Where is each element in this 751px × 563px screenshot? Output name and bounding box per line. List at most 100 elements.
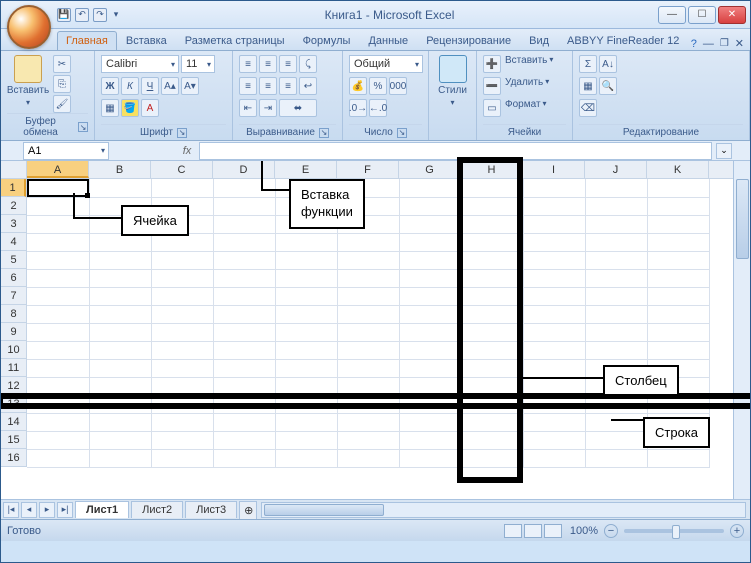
increase-decimal-icon[interactable]: .0→ [349, 99, 367, 117]
sheet-tab-3[interactable]: Лист3 [185, 501, 237, 518]
cell[interactable] [399, 251, 461, 269]
vscroll-thumb[interactable] [736, 179, 749, 259]
cell[interactable] [585, 179, 647, 197]
cell[interactable] [461, 287, 523, 305]
cell[interactable] [585, 323, 647, 341]
row-header-10[interactable]: 10 [1, 341, 26, 359]
cell[interactable] [151, 251, 213, 269]
cell[interactable] [89, 305, 151, 323]
align-middle-icon[interactable]: ≡ [259, 55, 277, 73]
sheet-nav-last-icon[interactable]: ▸| [57, 502, 73, 518]
tab-review[interactable]: Рецензирование [417, 31, 520, 50]
cell[interactable] [461, 179, 523, 197]
currency-icon[interactable]: 💰 [349, 77, 367, 95]
cell[interactable] [275, 341, 337, 359]
row-header-7[interactable]: 7 [1, 287, 26, 305]
cell[interactable] [585, 197, 647, 215]
cell[interactable] [461, 215, 523, 233]
cell[interactable] [585, 449, 647, 467]
cell[interactable] [151, 395, 213, 413]
row-header-12[interactable]: 12 [1, 377, 26, 395]
tab-view[interactable]: Вид [520, 31, 558, 50]
cell[interactable] [523, 305, 585, 323]
cell[interactable] [461, 233, 523, 251]
sort-filter-icon[interactable]: A↓ [599, 55, 617, 73]
column-header-B[interactable]: B [89, 161, 151, 178]
cell[interactable] [461, 305, 523, 323]
zoom-slider[interactable] [624, 529, 724, 533]
maximize-button[interactable]: ☐ [688, 6, 716, 24]
cell[interactable] [27, 251, 89, 269]
view-page-break-icon[interactable] [544, 524, 562, 538]
cell[interactable] [647, 251, 709, 269]
row-header-16[interactable]: 16 [1, 449, 26, 467]
cell[interactable] [461, 251, 523, 269]
cell[interactable] [461, 323, 523, 341]
cell[interactable] [89, 377, 151, 395]
qat-undo-icon[interactable]: ↶ [75, 8, 89, 22]
cell[interactable] [523, 395, 585, 413]
column-header-H[interactable]: H [461, 161, 523, 178]
cell[interactable] [213, 215, 275, 233]
cell[interactable] [585, 269, 647, 287]
cell[interactable] [275, 287, 337, 305]
cell[interactable] [585, 233, 647, 251]
cell[interactable] [151, 179, 213, 197]
cell[interactable] [27, 449, 89, 467]
comma-icon[interactable]: 000 [389, 77, 407, 95]
cell[interactable] [89, 359, 151, 377]
cell[interactable] [27, 287, 89, 305]
cell[interactable] [523, 323, 585, 341]
column-headers[interactable]: ABCDEFGHIJK [27, 161, 750, 179]
wrap-text-icon[interactable]: ↩ [299, 77, 317, 95]
cell[interactable] [151, 323, 213, 341]
cell[interactable] [275, 431, 337, 449]
cell[interactable] [151, 377, 213, 395]
shrink-font-icon[interactable]: A▾ [181, 77, 199, 95]
help-icon[interactable]: ? [691, 38, 697, 50]
cell[interactable] [89, 431, 151, 449]
name-box[interactable]: A1 [23, 142, 109, 160]
cell[interactable] [151, 413, 213, 431]
row-header-9[interactable]: 9 [1, 323, 26, 341]
tab-data[interactable]: Данные [359, 31, 417, 50]
zoom-in-button[interactable]: + [730, 524, 744, 538]
row-headers[interactable]: 12345678910111213141516 [1, 179, 27, 467]
cell[interactable] [27, 197, 89, 215]
cell[interactable] [275, 251, 337, 269]
cells-delete-button[interactable]: ➖Удалить▾ [483, 77, 549, 95]
cell[interactable] [399, 359, 461, 377]
number-launcher[interactable]: ↘ [397, 128, 407, 138]
align-launcher[interactable]: ↘ [319, 128, 329, 138]
cell[interactable] [585, 305, 647, 323]
cell[interactable] [89, 179, 151, 197]
cell[interactable] [647, 305, 709, 323]
find-select-icon[interactable]: 🔍 [599, 77, 617, 95]
row-header-14[interactable]: 14 [1, 413, 26, 431]
column-header-J[interactable]: J [585, 161, 647, 178]
cell[interactable] [275, 395, 337, 413]
align-bottom-icon[interactable]: ≡ [279, 55, 297, 73]
cell[interactable] [523, 449, 585, 467]
increase-indent-icon[interactable]: ⇥ [259, 99, 277, 117]
cell[interactable] [399, 179, 461, 197]
grow-font-icon[interactable]: A▴ [161, 77, 179, 95]
sheet-nav-next-icon[interactable]: ▸ [39, 502, 55, 518]
cell[interactable] [27, 179, 89, 197]
view-page-layout-icon[interactable] [524, 524, 542, 538]
column-header-G[interactable]: G [399, 161, 461, 178]
horizontal-scrollbar[interactable] [261, 502, 746, 518]
cell[interactable] [213, 197, 275, 215]
cell[interactable] [585, 431, 647, 449]
cell[interactable] [647, 341, 709, 359]
cell[interactable] [275, 233, 337, 251]
cell[interactable] [399, 305, 461, 323]
cell[interactable] [647, 269, 709, 287]
cell[interactable] [213, 233, 275, 251]
cell[interactable] [213, 449, 275, 467]
column-header-K[interactable]: K [647, 161, 709, 178]
cell[interactable] [337, 377, 399, 395]
cell[interactable] [337, 359, 399, 377]
new-sheet-button[interactable]: ⊕ [239, 501, 257, 519]
cell[interactable] [151, 305, 213, 323]
